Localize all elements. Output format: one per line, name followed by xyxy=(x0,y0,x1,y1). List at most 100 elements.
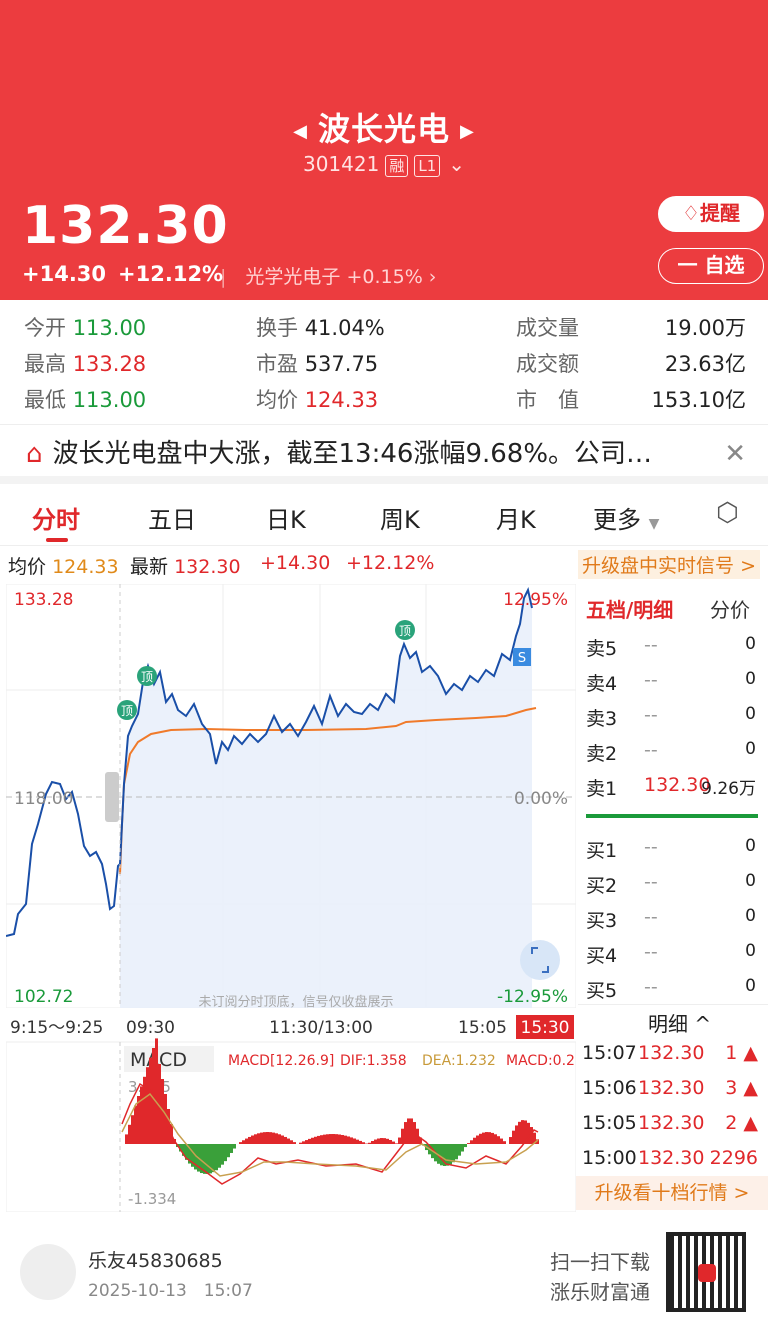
add-watchlist-button[interactable]: 一 自选 xyxy=(658,248,764,284)
macd-bar xyxy=(344,1135,347,1144)
macd-bar xyxy=(485,1132,488,1144)
tab-more[interactable]: 更多 ▼ xyxy=(593,500,659,535)
news-banner[interactable]: ⌂ 波长光电盘中大涨，截至13:46涨幅9.68%。公司… ✕ xyxy=(0,424,768,484)
macd-bar xyxy=(461,1144,464,1152)
macd-bar xyxy=(473,1137,476,1144)
detail-toggle[interactable]: 明细 ^ xyxy=(648,1008,711,1037)
macd-bar xyxy=(389,1139,392,1144)
macd-bar xyxy=(257,1133,260,1144)
fullscreen-icon[interactable] xyxy=(520,940,560,980)
pct-axis-mid: 0.00% xyxy=(514,789,568,809)
tab-five-day[interactable]: 五日 xyxy=(148,500,196,535)
tick-volume: 1 ▲ xyxy=(725,1042,758,1064)
tick-volume: 2 ▲ xyxy=(725,1112,758,1134)
tick-price: 132.30 xyxy=(638,1112,705,1134)
macd-bar xyxy=(302,1141,305,1144)
cap-value: 153.10亿 xyxy=(651,388,746,412)
svg-text:顶: 顶 xyxy=(399,624,411,638)
macd-bar xyxy=(251,1135,254,1144)
macd-bar xyxy=(305,1140,308,1144)
avg-label: 均价 xyxy=(256,388,298,412)
macd-bar xyxy=(347,1136,350,1144)
level-price: -- xyxy=(644,976,658,998)
industry-link[interactable]: | 光学光电子 +0.15% › xyxy=(220,262,436,289)
macd-bar xyxy=(407,1118,410,1144)
macd-bar xyxy=(359,1140,362,1144)
macd-bar xyxy=(515,1125,518,1144)
macd-bar xyxy=(245,1138,248,1144)
macd-bar xyxy=(503,1141,506,1144)
drag-handle[interactable] xyxy=(105,772,119,822)
macd-bar xyxy=(500,1138,503,1144)
svg-text:顶: 顶 xyxy=(141,670,153,684)
level-volume: 0 xyxy=(745,704,756,724)
active-tab-indicator xyxy=(46,538,68,542)
info-avg-value: 124.33 xyxy=(52,556,119,578)
macd-bar xyxy=(467,1143,470,1144)
change-value: +14.30 xyxy=(22,262,107,286)
svg-text:顶: 顶 xyxy=(121,704,133,718)
tab-intraday[interactable]: 分时 xyxy=(32,500,80,535)
macd-bar xyxy=(239,1142,242,1144)
upgrade-signal-button[interactable]: 升级盘中实时信号 > xyxy=(578,550,760,579)
y-axis-mid: 118.00 xyxy=(14,789,73,809)
ask-bid-divider xyxy=(586,814,758,818)
macd-bar xyxy=(281,1135,284,1144)
turnover-value: 41.04% xyxy=(304,316,385,340)
ask-row: 卖3 -- 0 xyxy=(586,704,766,734)
price-dist-tab[interactable]: 分价 xyxy=(710,594,750,623)
tab-weekly-k[interactable]: 周K xyxy=(380,500,420,535)
news-text: 波长光电盘中大涨，截至13:46涨幅9.68%。公司… xyxy=(52,439,653,469)
settings-icon[interactable]: ⬡ xyxy=(716,498,739,528)
macd-bar xyxy=(233,1144,236,1149)
macd-bar xyxy=(398,1137,401,1144)
tab-monthly-k[interactable]: 月K xyxy=(496,500,536,535)
tick-price: 132.30 xyxy=(638,1147,705,1169)
close-icon[interactable]: ✕ xyxy=(724,425,746,483)
caret-down-icon: ▼ xyxy=(648,516,660,532)
level-volume: 0 xyxy=(745,836,756,856)
macd-bar xyxy=(248,1136,251,1144)
top-marker: 顶 xyxy=(117,700,137,720)
macd-bar xyxy=(452,1144,455,1163)
time-open: 09:30 xyxy=(126,1018,175,1038)
orderbook-tab[interactable]: 五档/明细 xyxy=(586,594,673,623)
stock-name: 波长光电 xyxy=(317,110,450,148)
next-stock-icon[interactable]: ▶ xyxy=(460,121,475,142)
macd-bar xyxy=(155,1038,158,1144)
macd-bar xyxy=(494,1134,497,1144)
macd-bar xyxy=(497,1136,500,1144)
amount-value: 23.63亿 xyxy=(664,352,746,376)
share-footer: 乐友45830685 2025-10-13 15:07 扫一扫下载 涨乐财富通 xyxy=(0,1214,768,1334)
level-label: 卖3 xyxy=(586,708,618,730)
level-volume: 0 xyxy=(745,739,756,759)
tick-row: 15:07 132.30 1 ▲ xyxy=(582,1042,762,1072)
intraday-chart[interactable]: 133.28 118.00 102.72 12.95% 0.00% -12.95… xyxy=(6,584,576,1212)
ask-row: 卖5 -- 0 xyxy=(586,634,766,664)
level-price: -- xyxy=(644,669,658,691)
stock-code-row[interactable]: 301421 融 L1 ⌄ xyxy=(0,152,768,177)
macd-bar xyxy=(392,1141,395,1144)
macd-bar xyxy=(410,1118,413,1144)
level-price: -- xyxy=(644,871,658,893)
upgrade-level10-button[interactable]: 升级看十档行情 > xyxy=(576,1176,768,1210)
macd-bar xyxy=(350,1137,353,1144)
macd-bar xyxy=(371,1141,374,1144)
macd-bar xyxy=(272,1132,275,1144)
ask-row: 卖1 132.30 9.26万 xyxy=(586,774,766,804)
level-price: -- xyxy=(644,704,658,726)
prev-stock-icon[interactable]: ◀ xyxy=(293,121,308,142)
chevron-down-icon[interactable]: ⌄ xyxy=(448,152,465,176)
tick-time: 15:00 xyxy=(582,1147,637,1169)
level-label: 买5 xyxy=(586,980,618,1002)
level-volume: 0 xyxy=(745,906,756,926)
time-close: 15:05 xyxy=(458,1018,507,1038)
volume-value: 19.00万 xyxy=(664,316,746,340)
alert-button[interactable]: ♢提醒 xyxy=(658,196,764,232)
scan-hint: 扫一扫下载 xyxy=(550,1250,650,1274)
chevron-right-icon: › xyxy=(428,266,437,288)
tab-daily-k[interactable]: 日K xyxy=(266,500,306,535)
svg-text:S: S xyxy=(518,651,526,666)
macd-bar xyxy=(386,1138,389,1144)
stock-header: ◀ 波长光电 ▶ 301421 融 L1 ⌄ 132.30 +14.30 +12.12% |… xyxy=(0,0,768,300)
